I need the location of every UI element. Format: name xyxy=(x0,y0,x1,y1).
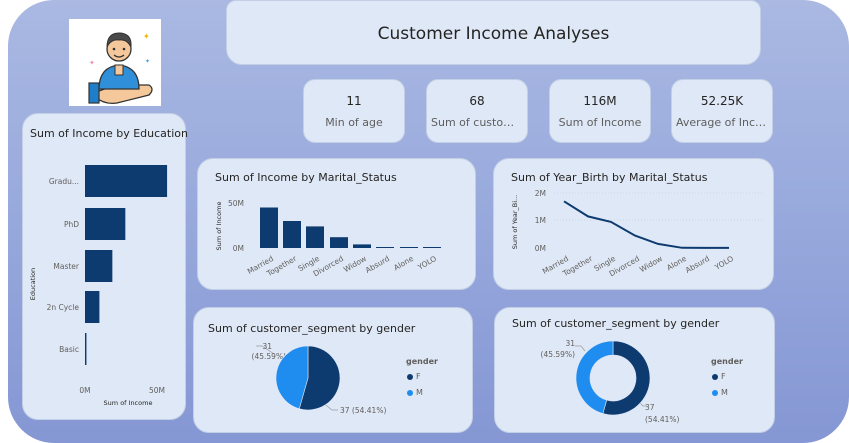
y-tick: Basic xyxy=(59,345,79,354)
x-tick: Widow xyxy=(638,254,664,274)
kpi-label: Average of Income xyxy=(676,116,772,129)
bar-master[interactable] xyxy=(85,250,113,282)
bar-single[interactable] xyxy=(306,226,324,248)
kpi-label: Min of age xyxy=(325,116,383,129)
education-bar-chart[interactable]: Education Sum of Income 0M 50M Gradu... P… xyxy=(23,114,187,421)
kpi-sum-income: 116M Sum of Income xyxy=(549,79,651,143)
kpi-customer-segment: 68 Sum of customer_segment xyxy=(426,79,528,143)
x-tick: Widow xyxy=(342,254,368,274)
x-tick: Absurd xyxy=(364,254,391,275)
title-card: Customer Income Analyses xyxy=(226,0,761,65)
legend-label-f: F xyxy=(416,372,421,381)
y-axis-label: Sum of Year_Bi... xyxy=(511,195,519,249)
legend-label-m: M xyxy=(416,388,423,397)
y-tick: Gradu... xyxy=(49,177,79,186)
bar-absurd[interactable] xyxy=(376,247,394,248)
x-tick: Alone xyxy=(392,254,415,273)
kpi-label: Sum of Income xyxy=(558,116,642,129)
slice-label-f: 37 (54.41%) xyxy=(340,406,386,415)
x-tick: YOLO xyxy=(415,254,438,272)
kpi-average-income: 52.25K Average of Income xyxy=(671,79,773,143)
bar-basic[interactable] xyxy=(85,333,87,365)
legend-label-f: F xyxy=(721,372,726,381)
y-tick: PhD xyxy=(64,220,79,229)
y-tick: 2M xyxy=(535,189,546,198)
legend-dot-m xyxy=(407,389,413,396)
x-tick: YOLO xyxy=(712,254,735,272)
x-axis-label: Sum of Income xyxy=(104,399,153,407)
svg-text:✦: ✦ xyxy=(143,32,150,41)
education-chart-card[interactable]: Sum of Income by Education Education Sum… xyxy=(22,113,188,421)
y-tick: 50M xyxy=(228,199,244,208)
series-line[interactable] xyxy=(563,200,729,249)
kpi-value: 11 xyxy=(346,94,362,108)
y-axis-label: Education xyxy=(29,268,37,300)
y-tick: 0M xyxy=(233,244,244,253)
bar-together[interactable] xyxy=(283,221,301,248)
y-tick: 0M xyxy=(535,244,546,253)
slice-label-m-value: 31 xyxy=(262,342,272,351)
legend-item-m[interactable]: M xyxy=(407,388,423,397)
kpi-value: 116M xyxy=(583,94,617,108)
marital-income-chart-card[interactable]: Sum of Income by Marital_Status Sum of I… xyxy=(197,158,476,290)
gender-pie-chart[interactable]: 31 (45.59%) 37 (54.41%) xyxy=(194,308,474,434)
bar-2ncycle[interactable] xyxy=(85,291,100,323)
kpi-value: 68 xyxy=(469,94,485,108)
kpi-label: Sum of customer_segment xyxy=(431,116,527,129)
bar-phd[interactable] xyxy=(85,208,126,240)
slice-label-m-pct: (45.59%) xyxy=(541,350,576,359)
bar-widow[interactable] xyxy=(353,244,371,248)
slice-label-m-value: 31 xyxy=(565,339,575,348)
y-axis-label: Sum of Income xyxy=(215,202,223,251)
slice-label-f-value: 37 xyxy=(645,403,655,412)
y-tick: 1M xyxy=(535,216,546,225)
marital-birth-line-chart[interactable]: Sum of Year_Bi... 2M 1M 0M MarriedTogeth… xyxy=(494,159,775,291)
gender-donut-chart[interactable]: 31 (45.59%) 37 (54.41%) xyxy=(495,308,776,434)
x-tick: 50M xyxy=(149,386,165,395)
legend-dot-m xyxy=(712,389,718,396)
bar-married[interactable] xyxy=(260,207,278,249)
marital-birth-chart-card[interactable]: Sum of Year_Birth by Marital_Status Sum … xyxy=(493,158,774,290)
legend-title: gender xyxy=(406,357,438,366)
legend-label-m: M xyxy=(721,388,728,397)
legend-item-m[interactable]: M xyxy=(712,388,728,397)
kpi-min-age: 11 Min of age xyxy=(303,79,405,143)
x-tick: 0M xyxy=(79,386,90,395)
y-tick: Master xyxy=(53,262,80,271)
customer-hand-icon: ✦ ✦ ✦ xyxy=(88,32,153,105)
legend-title: gender xyxy=(711,357,743,366)
kpi-value: 52.25K xyxy=(700,94,744,108)
slice-label-m-pct: (45.59%) xyxy=(252,352,287,361)
bar-yolo[interactable] xyxy=(423,247,441,248)
legend-dot-f xyxy=(407,373,413,380)
svg-text:✦: ✦ xyxy=(89,59,95,67)
bar-gradu[interactable] xyxy=(85,165,168,197)
y-tick: 2n Cycle xyxy=(47,303,80,312)
logo: ✦ ✦ ✦ xyxy=(69,19,161,106)
legend-dot-f xyxy=(712,373,718,380)
legend-item-f[interactable]: F xyxy=(407,372,421,381)
marital-income-bar-chart[interactable]: Sum of Income 50M 0M MarriedTogetherSing… xyxy=(198,159,477,291)
page-title: Customer Income Analyses xyxy=(377,24,610,44)
x-tick: Absurd xyxy=(684,254,711,275)
bar-alone[interactable] xyxy=(400,247,418,248)
bar-divorced[interactable] xyxy=(330,237,348,248)
pie-chart-card[interactable]: Sum of customer_segment by gender 31 (45… xyxy=(193,307,473,433)
svg-text:✦: ✦ xyxy=(145,58,150,65)
donut-chart-card[interactable]: Sum of customer_segment by gender 31 (45… xyxy=(494,307,775,433)
legend-item-f[interactable]: F xyxy=(712,372,726,381)
slice-label-f-pct: (54.41%) xyxy=(645,415,680,424)
